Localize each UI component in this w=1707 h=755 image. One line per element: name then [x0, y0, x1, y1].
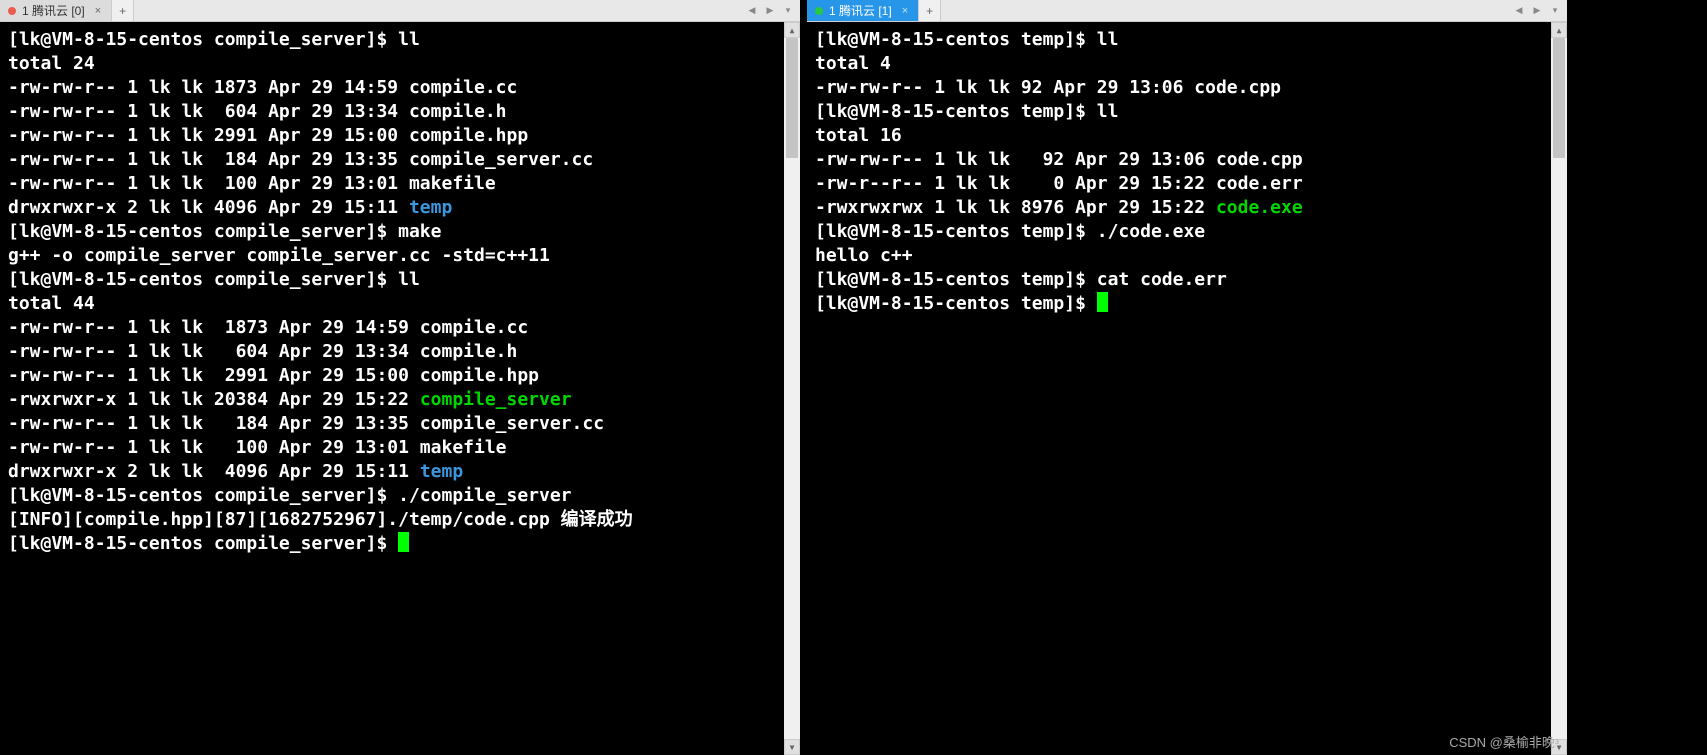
nav-right-icon[interactable]: ▶: [762, 3, 778, 19]
terminal-right[interactable]: [lk@VM-8-15-centos temp]$ lltotal 4-rw-r…: [807, 22, 1567, 755]
tab-nav-controls: ◀ ▶ ▾: [740, 0, 800, 21]
scroll-track[interactable]: [1551, 38, 1567, 739]
terminal-line: [lk@VM-8-15-centos temp]$ cat code.err: [815, 268, 1559, 292]
tab-label: 1 腾讯云 [1]: [829, 2, 892, 19]
terminal-line: -rw-rw-r-- 1 lk lk 100 Apr 29 13:01 make…: [8, 172, 792, 196]
left-pane: 1 腾讯云 [0] × + ◀ ▶ ▾ [lk@VM-8-15-centos c…: [0, 0, 800, 755]
terminal-line: -rw-rw-r-- 1 lk lk 184 Apr 29 13:35 comp…: [8, 412, 792, 436]
terminal-line: [lk@VM-8-15-centos compile_server]$: [8, 532, 792, 556]
close-icon[interactable]: ×: [95, 5, 101, 17]
terminal-line: -rw-rw-r-- 1 lk lk 92 Apr 29 13:06 code.…: [815, 148, 1559, 172]
terminal-line: -rw-r--r-- 1 lk lk 0 Apr 29 15:22 code.e…: [815, 172, 1559, 196]
terminal-line: -rw-rw-r-- 1 lk lk 92 Apr 29 13:06 code.…: [815, 76, 1559, 100]
tab-right-0[interactable]: 1 腾讯云 [1] ×: [807, 0, 919, 21]
terminal-line: -rw-rw-r-- 1 lk lk 100 Apr 29 13:01 make…: [8, 436, 792, 460]
terminal-line: -rw-rw-r-- 1 lk lk 604 Apr 29 13:34 comp…: [8, 340, 792, 364]
terminal-line: -rw-rw-r-- 1 lk lk 2991 Apr 29 15:00 com…: [8, 364, 792, 388]
terminal-line: g++ -o compile_server compile_server.cc …: [8, 244, 792, 268]
terminal-line: drwxrwxr-x 2 lk lk 4096 Apr 29 15:11 tem…: [8, 460, 792, 484]
terminal-line: [lk@VM-8-15-centos compile_server]$ ./co…: [8, 484, 792, 508]
terminal-line: -rw-rw-r-- 1 lk lk 2991 Apr 29 15:00 com…: [8, 124, 792, 148]
terminal-line: total 16: [815, 124, 1559, 148]
terminal-line: -rw-rw-r-- 1 lk lk 604 Apr 29 13:34 comp…: [8, 100, 792, 124]
status-dot-icon: [8, 7, 16, 15]
cursor-icon: [1097, 292, 1108, 312]
terminal-line: [lk@VM-8-15-centos temp]$ ll: [815, 28, 1559, 52]
nav-dropdown-icon[interactable]: ▾: [780, 3, 796, 19]
scrollbar-left[interactable]: ▲ ▼: [784, 22, 800, 755]
terminal-line: [lk@VM-8-15-centos compile_server]$ ll: [8, 28, 792, 52]
scroll-down-icon[interactable]: ▼: [784, 739, 800, 755]
close-icon[interactable]: ×: [902, 5, 908, 17]
scroll-down-icon[interactable]: ▼: [1551, 739, 1567, 755]
scroll-up-icon[interactable]: ▲: [1551, 22, 1567, 38]
terminal-line: hello c++: [815, 244, 1559, 268]
terminal-line: -rw-rw-r-- 1 lk lk 1873 Apr 29 14:59 com…: [8, 316, 792, 340]
scroll-thumb[interactable]: [786, 38, 798, 158]
pane-divider[interactable]: [800, 0, 807, 755]
tab-left-0[interactable]: 1 腾讯云 [0] ×: [0, 0, 112, 21]
scroll-thumb[interactable]: [1553, 38, 1565, 158]
terminal-line: [lk@VM-8-15-centos temp]$: [815, 292, 1559, 316]
terminal-line: -rw-rw-r-- 1 lk lk 1873 Apr 29 14:59 com…: [8, 76, 792, 100]
terminal-line: [INFO][compile.hpp][87][1682752967]./tem…: [8, 508, 792, 532]
terminal-line: -rwxrwxr-x 1 lk lk 20384 Apr 29 15:22 co…: [8, 388, 792, 412]
scroll-track[interactable]: [784, 38, 800, 739]
terminal-line: [lk@VM-8-15-centos compile_server]$ make: [8, 220, 792, 244]
tab-nav-controls: ◀ ▶ ▾: [1507, 0, 1567, 21]
terminal-line: drwxrwxr-x 2 lk lk 4096 Apr 29 15:11 tem…: [8, 196, 792, 220]
nav-right-icon[interactable]: ▶: [1529, 3, 1545, 19]
terminal-line: total 44: [8, 292, 792, 316]
terminal-line: [lk@VM-8-15-centos temp]$ ll: [815, 100, 1559, 124]
tab-label: 1 腾讯云 [0]: [22, 2, 85, 19]
terminal-left[interactable]: [lk@VM-8-15-centos compile_server]$ llto…: [0, 22, 800, 755]
scroll-up-icon[interactable]: ▲: [784, 22, 800, 38]
tab-add-button[interactable]: +: [919, 0, 941, 21]
nav-dropdown-icon[interactable]: ▾: [1547, 3, 1563, 19]
right-pane: 1 腾讯云 [1] × + ◀ ▶ ▾ [lk@VM-8-15-centos t…: [807, 0, 1567, 755]
status-dot-icon: [815, 7, 823, 15]
terminal-line: total 24: [8, 52, 792, 76]
tab-add-button[interactable]: +: [112, 0, 134, 21]
cursor-icon: [398, 532, 409, 552]
terminal-line: total 4: [815, 52, 1559, 76]
terminal-line: [lk@VM-8-15-centos compile_server]$ ll: [8, 268, 792, 292]
terminal-line: -rwxrwxrwx 1 lk lk 8976 Apr 29 15:22 cod…: [815, 196, 1559, 220]
terminal-line: [lk@VM-8-15-centos temp]$ ./code.exe: [815, 220, 1559, 244]
scrollbar-right[interactable]: ▲ ▼: [1551, 22, 1567, 755]
tab-bar-right: 1 腾讯云 [1] × + ◀ ▶ ▾: [807, 0, 1567, 22]
tab-bar-left: 1 腾讯云 [0] × + ◀ ▶ ▾: [0, 0, 800, 22]
nav-left-icon[interactable]: ◀: [744, 3, 760, 19]
nav-left-icon[interactable]: ◀: [1511, 3, 1527, 19]
terminal-line: -rw-rw-r-- 1 lk lk 184 Apr 29 13:35 comp…: [8, 148, 792, 172]
